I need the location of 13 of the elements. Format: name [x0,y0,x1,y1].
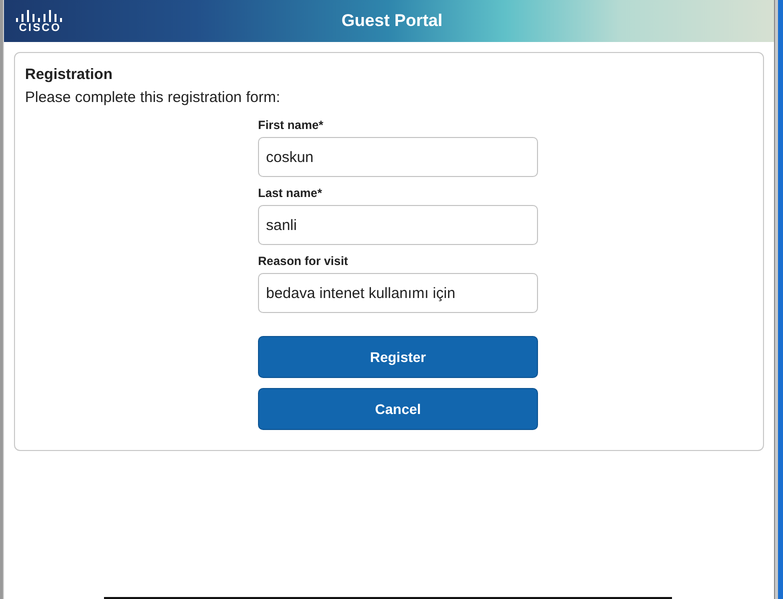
cancel-button[interactable]: Cancel [258,388,538,430]
input-field[interactable]: coskun [258,137,538,177]
form-heading: Registration [25,66,114,83]
register-button[interactable]: Register [258,336,538,378]
form-instructions: Please complete this registration form: [25,89,282,106]
field-label: Reason for visit [258,254,350,268]
logo-text: CISCO [18,22,62,34]
field-label: Last name* [258,186,324,200]
input-field[interactable]: sanli [258,205,538,245]
logo-bars-icon [15,8,65,22]
portal-title: Guest Portal [340,11,444,31]
input-field[interactable]: bedava intenet kullanımı için [258,273,538,313]
field-label: First name* [258,118,324,132]
